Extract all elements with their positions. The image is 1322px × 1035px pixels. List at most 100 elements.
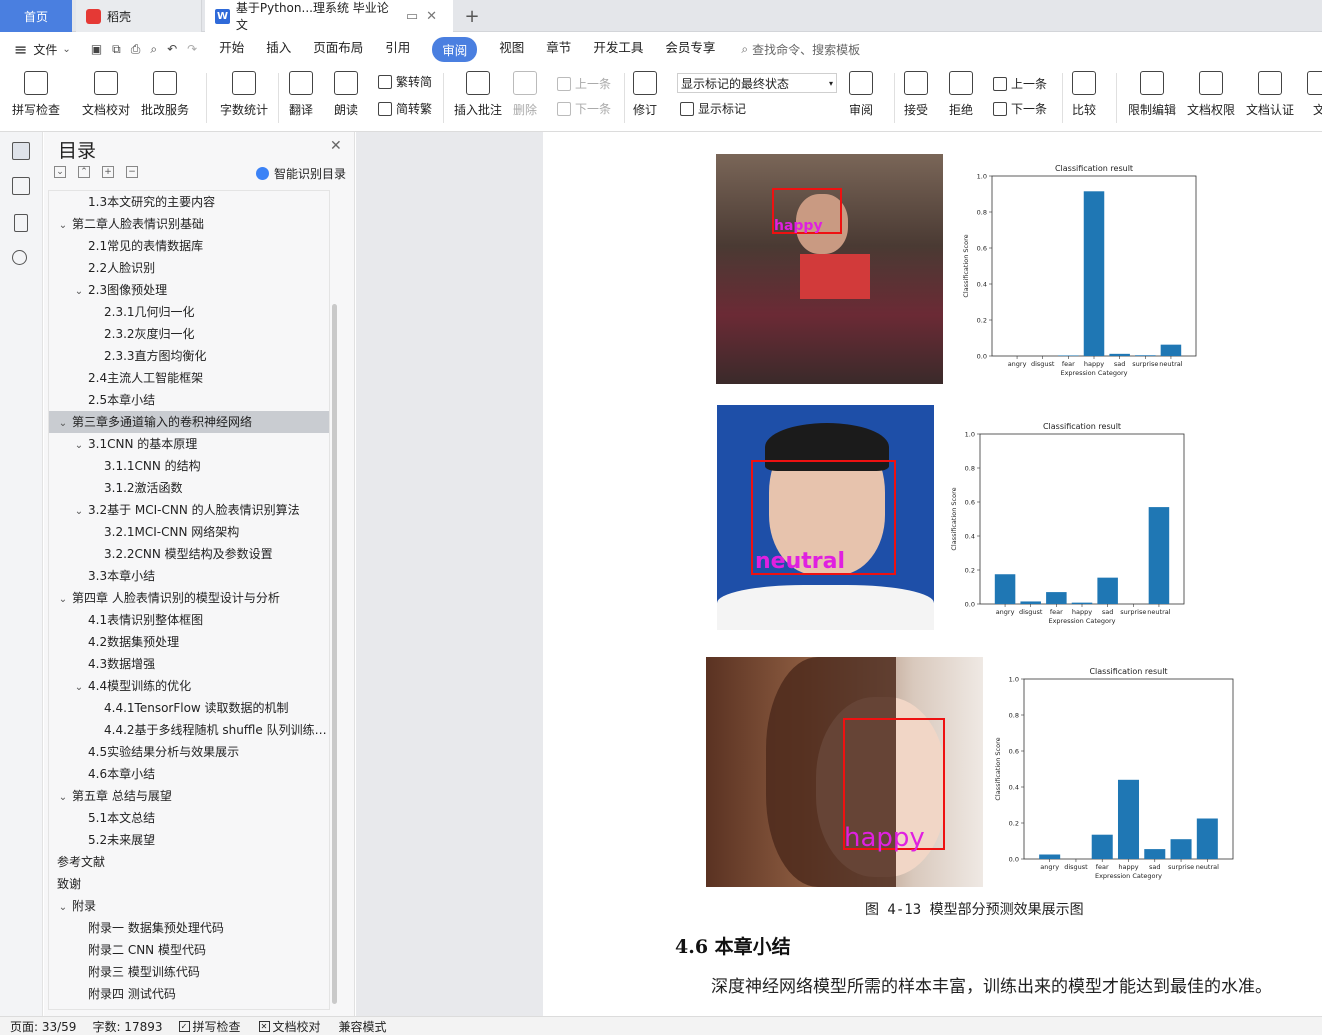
toc-item[interactable]: 致谢 xyxy=(49,873,329,895)
toc-item[interactable]: 附录四 测试代码 xyxy=(49,983,329,1005)
toc-item[interactable]: 参考文献 xyxy=(49,851,329,873)
export-icon[interactable]: ⧉ xyxy=(112,42,121,57)
chevron-down-icon[interactable]: ⌄ xyxy=(57,589,69,609)
toc-item[interactable]: 4.2数据集预处理 xyxy=(49,631,329,653)
tab-document[interactable]: W 基于Python...理系统 毕业论文 ▭✕ xyxy=(205,0,453,32)
insert-comment-button[interactable]: 插入批注 xyxy=(454,71,502,118)
new-tab-button[interactable]: + xyxy=(460,0,484,32)
next-comment-button[interactable]: 下一条 xyxy=(557,100,611,117)
toc-item[interactable]: ⌄ 第四章 人脸表情识别的模型设计与分析 xyxy=(49,587,329,609)
toc-item[interactable]: ⌄ 3.1CNN 的基本原理 xyxy=(49,433,329,455)
toc-item[interactable]: ⌄ 3.2基于 MCI-CNN 的人脸表情识别算法 xyxy=(49,499,329,521)
smart-toc-button[interactable]: 智能识别目录 xyxy=(256,165,346,182)
preview-icon[interactable]: ⌕ xyxy=(150,42,157,57)
tab-daoke[interactable]: 稻壳 xyxy=(76,0,202,32)
doc-certify-button[interactable]: 文档认证 xyxy=(1246,71,1294,118)
toc-item[interactable]: 3.1.1CNN 的结构 xyxy=(49,455,329,477)
save-icon[interactable]: ▣ xyxy=(91,42,102,57)
toc-item[interactable]: 4.1表情识别整体框图 xyxy=(49,609,329,631)
accept-button[interactable]: 接受 xyxy=(904,71,928,118)
chevron-down-icon[interactable]: ⌄ xyxy=(57,413,69,433)
plus-icon[interactable]: + xyxy=(102,166,114,178)
annotation-service-button[interactable]: 批改服务 xyxy=(141,71,189,118)
compare-button[interactable]: 比较 xyxy=(1072,71,1096,118)
page-indicator[interactable]: 页面: 33/59 xyxy=(10,1018,76,1035)
markup-mode-select[interactable]: 显示标记的最终状态 ▾ xyxy=(677,73,837,93)
doc-permission-button[interactable]: 文档权限 xyxy=(1187,71,1235,118)
menu-item-6[interactable]: 章节 xyxy=(546,37,571,62)
toc-item[interactable]: 2.1常见的表情数据库 xyxy=(49,235,329,257)
menu-item-3[interactable]: 引用 xyxy=(385,37,410,62)
print-icon[interactable]: ⎙ xyxy=(131,42,141,57)
chevron-down-icon[interactable]: ⌄ xyxy=(73,501,85,521)
toc-item[interactable]: 1.3本文研究的主要内容 xyxy=(49,191,329,213)
to-simplified-button[interactable]: 繁转简 xyxy=(378,73,432,90)
read-aloud-button[interactable]: 朗读 xyxy=(334,71,358,118)
doc-proof-status[interactable]: ✕ 文档校对 xyxy=(258,1018,321,1035)
redo-icon[interactable]: ↷ xyxy=(187,42,197,57)
word-count-indicator[interactable]: 字数: 17893 xyxy=(92,1018,162,1035)
toc-item[interactable]: 2.3.1几何归一化 xyxy=(49,301,329,323)
toc-item[interactable]: 3.3本章小结 xyxy=(49,565,329,587)
toc-item[interactable]: ⌄ 第二章人脸表情识别基础 xyxy=(49,213,329,235)
chevron-down-icon[interactable]: ⌄ xyxy=(57,787,69,807)
toc-item[interactable]: 2.2人脸识别 xyxy=(49,257,329,279)
undo-icon[interactable]: ↶ xyxy=(167,42,177,57)
menu-item-5[interactable]: 视图 xyxy=(499,37,524,62)
chevron-down-icon[interactable]: ⌄ xyxy=(62,44,70,55)
spell-check-status[interactable]: ✓ 拼写检查 xyxy=(178,1018,241,1035)
chevron-down-icon[interactable]: ⌄ xyxy=(57,215,69,235)
menu-item-1[interactable]: 插入 xyxy=(266,37,291,62)
chevron-down-icon[interactable]: ⌄ xyxy=(73,281,85,301)
tab-home[interactable]: 首页 xyxy=(0,0,72,32)
toc-item[interactable]: 附录三 模型训练代码 xyxy=(49,961,329,983)
menu-file[interactable]: 文件 xyxy=(33,41,57,58)
prev-comment-button[interactable]: 上一条 xyxy=(557,75,611,92)
toc-item[interactable]: ⌄ 第三章多通道输入的卷积神经网络 xyxy=(49,411,329,433)
bookmark-icon[interactable] xyxy=(14,214,28,232)
show-markup-button[interactable]: 显示标记 xyxy=(680,100,746,117)
toc-item[interactable]: 2.3.2灰度归一化 xyxy=(49,323,329,345)
outline-view-icon[interactable] xyxy=(12,177,30,195)
menu-item-0[interactable]: 开始 xyxy=(219,37,244,62)
toc-item[interactable]: 3.1.2激活函数 xyxy=(49,477,329,499)
word-count-button[interactable]: 字数统计 xyxy=(220,71,268,118)
toc-item[interactable]: 4.6本章小结 xyxy=(49,763,329,785)
toc-item[interactable]: 附录一 数据集预处理代码 xyxy=(49,917,329,939)
toc-scrollbar[interactable] xyxy=(332,304,337,1004)
menu-item-8[interactable]: 会员专享 xyxy=(665,37,715,62)
toc-item[interactable]: 2.3.3直方图均衡化 xyxy=(49,345,329,367)
toc-item[interactable]: 3.2.1MCI-CNN 网络架构 xyxy=(49,521,329,543)
toc-view-icon[interactable] xyxy=(12,142,30,160)
toc-item[interactable]: ⌄ 4.4模型训练的优化 xyxy=(49,675,329,697)
toc-item[interactable]: 3.2.2CNN 模型结构及参数设置 xyxy=(49,543,329,565)
next-change-button[interactable]: 下一条 xyxy=(993,100,1047,117)
command-search[interactable]: ⌕ 查找命令、搜索模板 xyxy=(741,41,860,58)
toc-item[interactable]: ⌄ 2.3图像预处理 xyxy=(49,279,329,301)
delete-comment-button[interactable]: 删除 xyxy=(513,71,537,118)
close-icon[interactable]: ✕ xyxy=(330,138,342,154)
search-icon[interactable] xyxy=(12,250,27,265)
more-button[interactable]: 文 xyxy=(1307,71,1322,118)
expand-all-icon[interactable]: ⌃ xyxy=(78,166,90,178)
menu-item-4[interactable]: 审阅 xyxy=(432,36,478,62)
translate-button[interactable]: 翻译 xyxy=(289,71,313,118)
toc-item[interactable]: 4.5实验结果分析与效果展示 xyxy=(49,741,329,763)
spell-check-button[interactable]: 拼写检查 xyxy=(12,71,60,118)
toc-item[interactable]: 5.2未来展望 xyxy=(49,829,329,851)
chevron-down-icon[interactable]: ⌄ xyxy=(57,897,69,917)
toc-item[interactable]: 4.4.1TensorFlow 读取数据的机制 xyxy=(49,697,329,719)
menu-item-7[interactable]: 开发工具 xyxy=(593,37,643,62)
toc-item[interactable]: 5.1本文总结 xyxy=(49,807,329,829)
chevron-down-icon[interactable]: ⌄ xyxy=(73,435,85,455)
toc-item[interactable]: ⌄ 附录 xyxy=(49,895,329,917)
collapse-all-icon[interactable]: ⌄ xyxy=(54,166,66,178)
chevron-down-icon[interactable]: ⌄ xyxy=(73,677,85,697)
doc-proof-button[interactable]: 文档校对 xyxy=(82,71,130,118)
toc-item[interactable]: 2.5本章小结 xyxy=(49,389,329,411)
toc-item[interactable]: 4.4.2基于多线程随机 shuffle 队列训练… xyxy=(49,719,329,741)
menu-item-2[interactable]: 页面布局 xyxy=(313,37,363,62)
toc-item[interactable]: 附录二 CNN 模型代码 xyxy=(49,939,329,961)
restrict-editing-button[interactable]: 限制编辑 xyxy=(1128,71,1176,118)
to-traditional-button[interactable]: 简转繁 xyxy=(378,100,432,117)
